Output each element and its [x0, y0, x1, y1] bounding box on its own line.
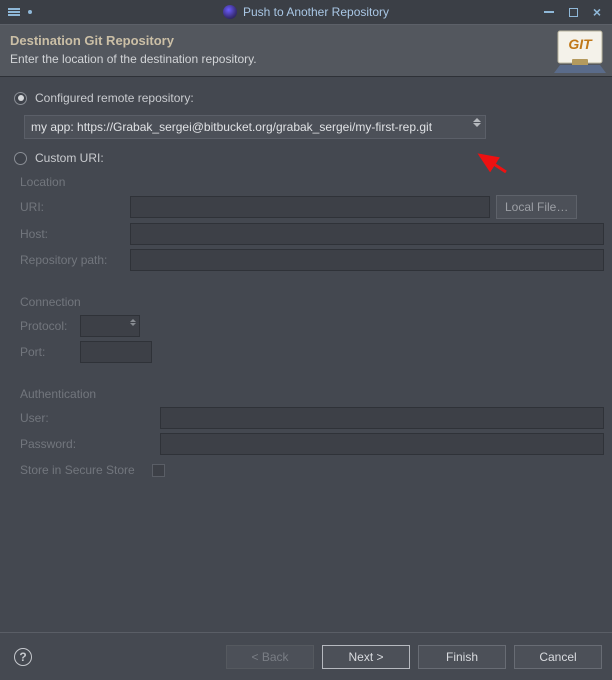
- location-group-label: Location: [20, 175, 604, 189]
- configured-remote-radio-row[interactable]: Configured remote repository:: [14, 91, 604, 105]
- connection-group-label: Connection: [20, 295, 604, 309]
- uri-label: URI:: [20, 200, 130, 214]
- app-status-dot: [28, 10, 32, 14]
- host-input: [130, 223, 604, 245]
- minimize-button[interactable]: [542, 5, 556, 19]
- port-input: [80, 341, 152, 363]
- remote-dropdown-value: my app: https://Grabak_sergei@bitbucket.…: [31, 120, 432, 134]
- local-file-button: Local File…: [496, 195, 577, 219]
- store-secure-label: Store in Secure Store: [20, 463, 152, 477]
- repo-path-input: [130, 249, 604, 271]
- svg-text:GIT: GIT: [568, 36, 593, 52]
- custom-uri-label: Custom URI:: [35, 151, 104, 165]
- dialog-subtitle: Enter the location of the destination re…: [10, 52, 602, 66]
- window-title: Push to Another Repository: [243, 5, 389, 19]
- cancel-button[interactable]: Cancel: [514, 645, 602, 669]
- repo-path-label: Repository path:: [20, 253, 130, 267]
- maximize-button[interactable]: [566, 5, 580, 19]
- password-input: [160, 433, 604, 455]
- close-button[interactable]: ×: [590, 5, 604, 19]
- password-label: Password:: [20, 437, 160, 451]
- configured-remote-radio[interactable]: [14, 92, 27, 105]
- user-input: [160, 407, 604, 429]
- dialog-title: Destination Git Repository: [10, 33, 602, 48]
- store-secure-checkbox: [152, 464, 165, 477]
- custom-uri-radio[interactable]: [14, 152, 27, 165]
- app-menu-icon[interactable]: [8, 7, 20, 17]
- git-logo-icon: GIT: [554, 29, 606, 73]
- dialog-content: Configured remote repository: my app: ht…: [0, 77, 612, 477]
- dialog-header: Destination Git Repository Enter the loc…: [0, 24, 612, 77]
- dialog-footer: ? < Back Next > Finish Cancel: [0, 632, 612, 680]
- back-button: < Back: [226, 645, 314, 669]
- chevron-updown-icon: [130, 319, 136, 326]
- eclipse-icon: [223, 5, 237, 19]
- custom-uri-radio-row[interactable]: Custom URI:: [14, 151, 604, 165]
- finish-button[interactable]: Finish: [418, 645, 506, 669]
- window-titlebar: Push to Another Repository ×: [0, 0, 612, 24]
- configured-remote-label: Configured remote repository:: [35, 91, 194, 105]
- user-label: User:: [20, 411, 160, 425]
- protocol-label: Protocol:: [20, 319, 80, 333]
- remote-dropdown[interactable]: my app: https://Grabak_sergei@bitbucket.…: [24, 115, 486, 139]
- protocol-combo: [80, 315, 140, 337]
- help-icon[interactable]: ?: [14, 648, 32, 666]
- next-button[interactable]: Next >: [322, 645, 410, 669]
- host-label: Host:: [20, 227, 130, 241]
- port-label: Port:: [20, 345, 80, 359]
- chevron-updown-icon: [473, 118, 481, 127]
- uri-input: [130, 196, 490, 218]
- auth-group-label: Authentication: [20, 387, 604, 401]
